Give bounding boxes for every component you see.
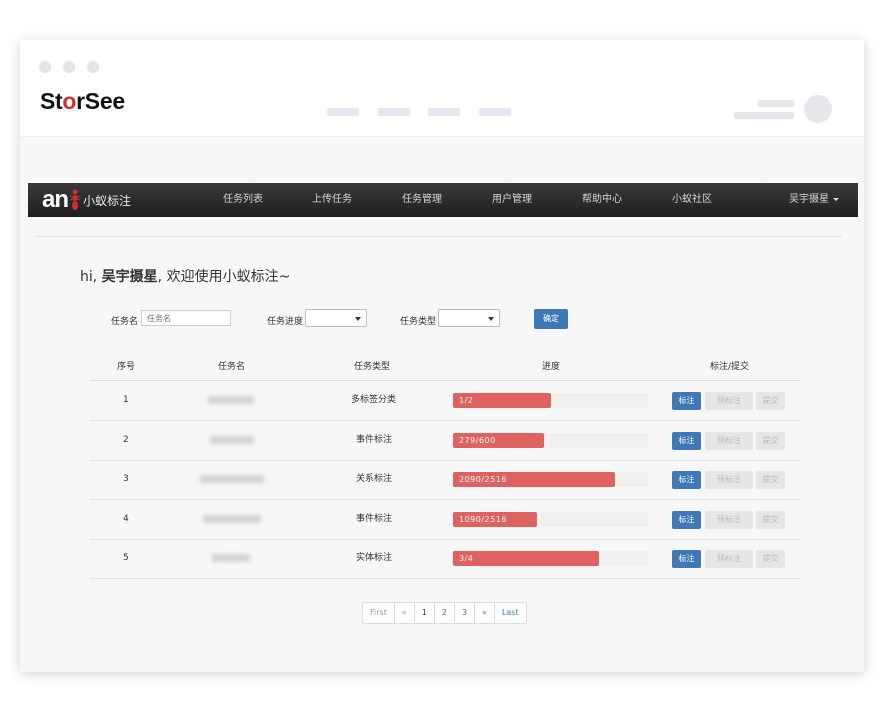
progress-bar: 2090/2516 [453,472,648,487]
progress-bar: 1/2 [453,393,648,408]
nav-community[interactable]: 小蚁社区 [672,183,712,217]
greeting: hi, 吴宇摄星, 欢迎使用小蚁标注~ [80,269,291,285]
blurred-task-name [212,554,250,562]
nav-user-manage[interactable]: 用户管理 [492,183,532,217]
pre-mark-button[interactable]: 预标注 [705,511,753,529]
row-type: 事件标注 [356,514,393,524]
task-name-input[interactable] [141,310,231,326]
progress-text: 2090/2516 [459,475,507,484]
progress-fill [453,551,600,566]
pagination: First « 1 2 3 » Last [362,602,527,624]
progress-text: 279/600 [459,436,496,445]
submit-button[interactable]: 提交 [756,511,785,529]
submit-button[interactable]: 提交 [756,471,785,489]
header-task-name: 任务名 [218,362,246,372]
blurred-task-name [203,515,261,523]
nav-placeholder [378,108,410,116]
task-name-label: 任务名 [111,317,139,327]
nav-task-list[interactable]: 任务列表 [223,183,263,217]
dropdown-arrow-icon [355,317,361,321]
user-placeholder [734,95,832,123]
window-dot-icon [63,61,75,73]
row-type: 关系标注 [356,474,393,484]
user-menu[interactable]: 吴宇摄星 [789,183,839,217]
divider [36,236,842,237]
type-select[interactable] [438,309,500,327]
table-row: 3 关系标注 2090/2516 标注 预标注 提交 [90,460,800,500]
row-index: 2 [123,435,129,445]
header-index: 序号 [117,362,136,372]
brand-name: 小蚁标注 [83,193,132,208]
row-type: 多标签分类 [351,395,397,405]
blurred-task-name [208,396,254,404]
table-row: 2 事件标注 279/600 标注 预标注 提交 [90,421,800,461]
table-row: 4 事件标注 1090/2516 标注 预标注 提交 [90,500,800,540]
progress-text: 1090/2516 [459,515,507,524]
nav-placeholder [428,108,460,116]
progress-select[interactable] [305,309,367,327]
progress-bar: 279/600 [453,433,648,448]
header-progress: 进度 [542,362,561,372]
table-row: 5 实体标注 3/4 标注 预标注 提交 [90,539,800,579]
row-type: 事件标注 [356,435,393,445]
window-dot-icon [39,61,51,73]
user-menu-label: 吴宇摄星 [789,194,829,205]
nav-upload-task[interactable]: 上传任务 [312,183,352,217]
app-window: StorSee an 小蚁标注 任务列表 上传任务 任务管理 用户管理 帮助中心… [20,40,864,672]
pre-mark-button[interactable]: 预标注 [705,432,753,450]
header-actions: 标注/提交 [710,362,750,372]
greeting-user: 吴宇摄星 [101,269,158,285]
nav-task-manage[interactable]: 任务管理 [402,183,442,217]
mark-button[interactable]: 标注 [672,471,701,489]
progress-label: 任务进度 [267,317,304,327]
page-next[interactable]: » [474,603,494,623]
row-index: 1 [123,395,129,405]
mark-button[interactable]: 标注 [672,392,701,410]
mark-button[interactable]: 标注 [672,550,701,568]
nav-placeholder [327,108,359,116]
starsee-logo: StorSee [40,88,125,114]
nav-help-center[interactable]: 帮助中心 [582,183,622,217]
row-index: 4 [123,514,129,524]
page-2[interactable]: 2 [433,603,454,623]
page-first[interactable]: First [363,603,394,623]
avatar-placeholder [804,95,832,123]
mark-button[interactable]: 标注 [672,511,701,529]
nav-placeholder [479,108,511,116]
header-task-type: 任务类型 [354,362,391,372]
mark-button[interactable]: 标注 [672,432,701,450]
page-1[interactable]: 1 [413,603,434,623]
type-label: 任务类型 [400,317,437,327]
page-last[interactable]: Last [493,603,526,623]
progress-bar: 1090/2516 [453,512,648,527]
blurred-task-name [210,436,254,444]
brand-mark: an [42,186,69,213]
caret-down-icon [833,197,839,201]
submit-button[interactable]: 提交 [756,432,785,450]
blurred-task-name [200,475,264,483]
pre-mark-button[interactable]: 预标注 [705,392,753,410]
page-prev[interactable]: « [393,603,414,623]
window-dot-icon [87,61,99,73]
ant-icon [69,189,81,210]
pre-mark-button[interactable]: 预标注 [705,550,753,568]
table-row: 1 多标签分类 1/2 标注 预标注 提交 [90,381,800,421]
progress-bar: 3/4 [453,551,648,566]
dropdown-arrow-icon [488,317,494,321]
site-header: StorSee [20,40,864,137]
progress-text: 3/4 [459,554,474,563]
confirm-button[interactable]: 确定 [534,309,568,329]
app-navbar: an 小蚁标注 任务列表 上传任务 任务管理 用户管理 帮助中心 小蚁社区 吴宇… [28,183,858,217]
brand-logo[interactable]: an 小蚁标注 [42,186,131,214]
submit-button[interactable]: 提交 [756,550,785,568]
row-type: 实体标注 [356,553,393,563]
row-index: 3 [123,474,129,484]
page-3[interactable]: 3 [453,603,474,623]
progress-text: 1/2 [459,396,474,405]
row-index: 5 [123,553,129,563]
submit-button[interactable]: 提交 [756,392,785,410]
pre-mark-button[interactable]: 预标注 [705,471,753,489]
